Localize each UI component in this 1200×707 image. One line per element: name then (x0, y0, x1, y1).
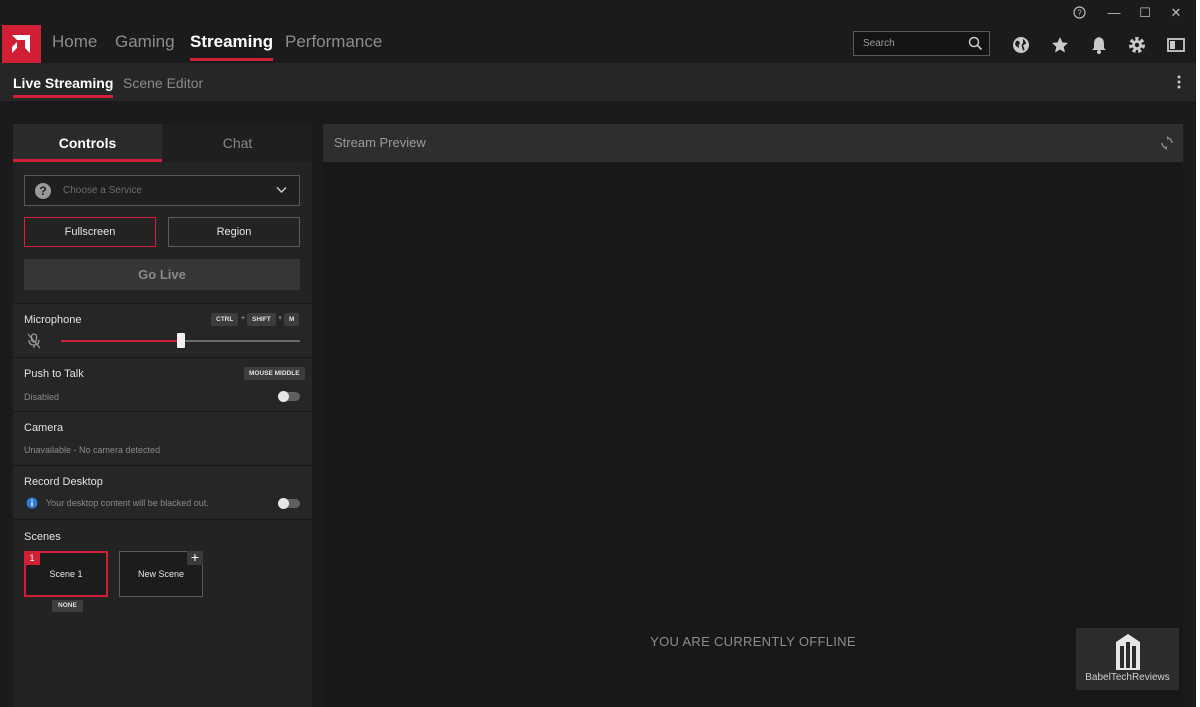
stream-preview-panel: Stream Preview YOU ARE CURRENTLY OFFLINE… (323, 124, 1183, 707)
scene-hotkey-badge: NONE (52, 600, 83, 612)
sub-navigation: Live Streaming Scene Editor (0, 63, 1196, 101)
amd-logo[interactable] (2, 25, 41, 63)
hotkey-ctrl: CTRL (211, 313, 239, 326)
amd-radeon-software-window: ? — ☐ ✕ Home Gaming Streaming Performanc… (0, 0, 1196, 707)
active-panel-tab-underline (13, 159, 162, 162)
controls-panel: Controls Chat ? Choose a Service Fullscr… (13, 124, 312, 707)
search-box (853, 31, 990, 56)
maximize-button[interactable]: ☐ (1133, 3, 1157, 23)
info-icon (26, 497, 38, 509)
slider-fill (61, 340, 181, 342)
tab-controls-label: Controls (58, 135, 117, 151)
hotkey-plus: + (278, 315, 283, 322)
fullscreen-button[interactable]: Fullscreen (24, 217, 156, 247)
record-desktop-section: Record Desktop Your desktop content will… (13, 465, 312, 518)
more-options-icon[interactable] (1176, 74, 1182, 90)
watermark: BabelTechReviews (1076, 628, 1179, 690)
tab-controls[interactable]: Controls (13, 124, 162, 162)
region-button[interactable]: Region (168, 217, 300, 247)
push-to-talk-label: Push to Talk (24, 368, 84, 380)
nav-tab-streaming-label: Streaming (190, 32, 274, 51)
building-logo-icon (1116, 634, 1140, 670)
record-desktop-toggle[interactable] (278, 498, 300, 509)
hotkey-mouse-middle: MOUSE MIDDLE (244, 367, 305, 380)
refresh-icon[interactable] (1161, 136, 1173, 150)
camera-label: Camera (24, 422, 64, 434)
chevron-down-icon (276, 186, 287, 194)
tab-chat[interactable]: Chat (163, 124, 312, 162)
help-icon: ? (1072, 6, 1086, 19)
star-icon[interactable] (1050, 35, 1070, 55)
record-desktop-label: Record Desktop (24, 476, 103, 488)
push-to-talk-section: Push to Talk MOUSE MIDDLE Disabled (13, 357, 312, 410)
search-icon[interactable] (968, 36, 983, 51)
camera-section: Camera Unavailable - No camera detected (13, 411, 312, 464)
top-navigation: Home Gaming Streaming Performance (0, 25, 1196, 63)
stream-preview-title: Stream Preview (334, 135, 426, 150)
microphone-volume-slider[interactable] (61, 333, 300, 348)
record-desktop-info: Your desktop content will be blacked out… (46, 498, 209, 508)
microphone-label: Microphone (24, 314, 82, 326)
minimize-button[interactable]: — (1102, 3, 1126, 23)
scenes-label: Scenes (24, 531, 61, 543)
camera-status: Unavailable - No camera detected (24, 445, 161, 455)
push-to-talk-status: Disabled (24, 392, 60, 402)
nav-tab-streaming[interactable]: Streaming (190, 32, 274, 61)
sidebar-icon[interactable] (1166, 35, 1186, 55)
watermark-text: BabelTechReviews (1085, 672, 1170, 683)
close-button[interactable]: ✕ (1164, 3, 1188, 23)
hotkey-plus: + (241, 315, 246, 322)
go-live-button[interactable]: Go Live (24, 259, 300, 290)
nav-tab-gaming[interactable]: Gaming (115, 32, 175, 52)
question-icon: ? (35, 183, 51, 199)
sub-tab-scene-editor[interactable]: Scene Editor (123, 75, 203, 91)
bell-icon[interactable] (1089, 35, 1109, 55)
gear-icon[interactable] (1127, 35, 1147, 55)
amd-logo-icon (12, 35, 30, 53)
active-subtab-underline (13, 95, 114, 98)
window-titlebar: ? — ☐ ✕ (0, 0, 1196, 25)
slider-thumb[interactable] (176, 333, 185, 348)
active-tab-underline (190, 58, 274, 61)
push-to-talk-toggle[interactable] (278, 391, 300, 402)
hotkey-shift: SHIFT (247, 313, 276, 326)
stream-preview-header: Stream Preview (323, 124, 1183, 162)
nav-tab-performance[interactable]: Performance (285, 32, 382, 52)
globe-icon[interactable] (1011, 35, 1031, 55)
new-scene-label: New Scene (137, 569, 185, 579)
nav-tab-home[interactable]: Home (52, 32, 97, 52)
scenes-section: Scenes 1 Scene 1 NONE New Scene + (13, 519, 312, 707)
scene-number-badge: 1 (24, 551, 40, 565)
microphone-muted-icon[interactable] (27, 333, 41, 349)
hotkey-m: M (284, 313, 300, 326)
search-input[interactable] (854, 32, 964, 55)
service-placeholder: Choose a Service (63, 185, 142, 196)
scene-card-1[interactable]: 1 Scene 1 (24, 551, 108, 597)
svg-text:?: ? (1077, 9, 1082, 18)
new-scene-card[interactable]: New Scene + (119, 550, 203, 597)
sub-tab-live-streaming-label: Live Streaming (13, 75, 114, 91)
microphone-section: Microphone CTRL + SHIFT + M (13, 303, 312, 356)
window-edge (1196, 0, 1200, 707)
offline-status: YOU ARE CURRENTLY OFFLINE (650, 634, 856, 649)
help-button[interactable]: ? (1067, 3, 1091, 23)
sub-tab-live-streaming[interactable]: Live Streaming (13, 75, 114, 98)
service-select[interactable]: ? Choose a Service (24, 175, 300, 206)
scene-name: Scene 1 (49, 569, 83, 579)
add-icon[interactable]: + (187, 550, 203, 565)
